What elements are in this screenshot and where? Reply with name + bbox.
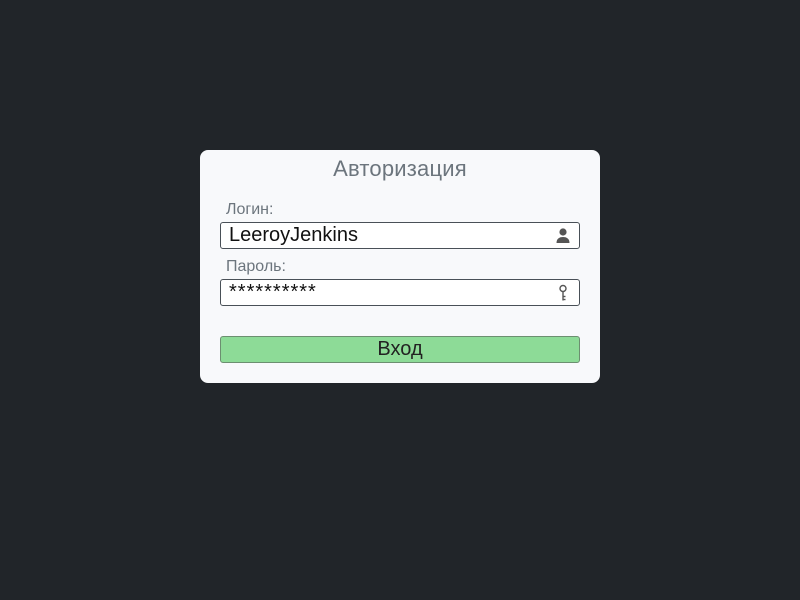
login-label: Логин: (226, 201, 274, 218)
password-label: Пароль: (226, 258, 286, 275)
form-title: Авторизация (333, 156, 467, 181)
login-button[interactable]: Вход (220, 336, 580, 363)
login-card: Авторизация Логин: Пароль: (200, 150, 600, 383)
user-icon (555, 227, 571, 245)
login-field[interactable] (220, 222, 580, 249)
password-input[interactable] (221, 280, 551, 305)
login-screen: Авторизация Логин: Пароль: (0, 0, 800, 600)
login-input[interactable] (221, 223, 551, 248)
key-icon (555, 284, 571, 302)
password-field[interactable] (220, 279, 580, 306)
